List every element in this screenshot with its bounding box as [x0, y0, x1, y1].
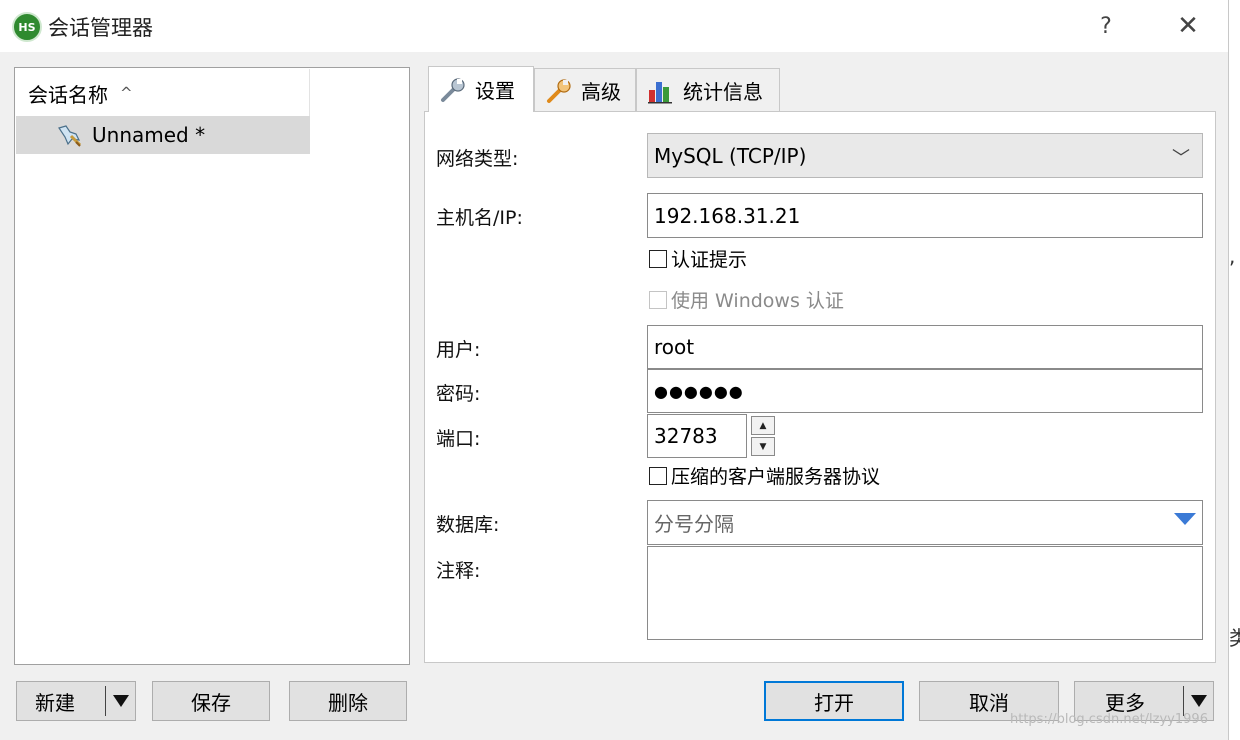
comment-label: 注释:	[436, 560, 481, 582]
checkbox-box	[649, 290, 667, 309]
tab-statistics[interactable]: 统计信息	[636, 68, 780, 112]
windows-auth-label: 使用 Windows 认证	[671, 290, 844, 312]
windows-auth-checkbox[interactable]: 使用 Windows 认证	[649, 286, 844, 313]
auth-prompt-label: 认证提示	[671, 249, 748, 271]
network-type-select[interactable]: MySQL (TCP/IP) ﹀	[647, 133, 1203, 178]
open-button[interactable]: 打开	[764, 681, 904, 721]
network-type-label: 网络类型:	[436, 148, 519, 170]
new-button-label: 新建	[35, 690, 75, 715]
tab-statistics-label: 统计信息	[683, 80, 763, 104]
help-button[interactable]: ?	[1086, 6, 1126, 46]
dropdown-arrow-icon[interactable]	[113, 695, 129, 707]
background-window-edge: , 类	[1228, 0, 1240, 740]
session-dolphin-icon	[58, 125, 82, 147]
tab-settings[interactable]: 设置	[428, 66, 534, 112]
checkbox-box	[649, 466, 667, 485]
split-separator	[105, 686, 106, 716]
database-label: 数据库:	[436, 514, 500, 536]
comment-textarea[interactable]	[647, 546, 1203, 640]
port-increment-button[interactable]: ▲	[751, 416, 775, 435]
host-input[interactable]: 192.168.31.21	[647, 193, 1203, 238]
column-header-label: 会话名称	[28, 82, 108, 107]
watermark: https://blog.csdn.net/lzyy1996	[1010, 712, 1208, 727]
window-title: 会话管理器	[48, 16, 153, 40]
dropdown-arrow-icon[interactable]	[1174, 513, 1196, 525]
background-text-fragment: ,	[1229, 244, 1236, 268]
network-type-value: MySQL (TCP/IP)	[654, 143, 807, 168]
compress-protocol-label: 压缩的客户端服务器协议	[671, 466, 881, 488]
background-text-fragment: 类	[1229, 626, 1240, 650]
bar-chart-icon	[648, 81, 672, 103]
session-name-column-header[interactable]: 会话名称 ^	[16, 69, 310, 117]
checkbox-box	[649, 249, 667, 268]
session-list[interactable]: 会话名称 ^ Unnamed *	[14, 67, 410, 665]
password-label: 密码:	[436, 383, 481, 405]
wrench-icon	[441, 77, 465, 102]
session-item-label: Unnamed *	[92, 123, 206, 147]
chevron-down-icon: ﹀	[1172, 148, 1190, 169]
tab-advanced-label: 高级	[581, 80, 621, 104]
host-label: 主机名/IP:	[436, 207, 523, 229]
app-logo-icon: HS	[12, 12, 42, 42]
user-label: 用户:	[436, 339, 481, 361]
port-decrement-button[interactable]: ▼	[751, 437, 775, 456]
tab-settings-label: 设置	[475, 79, 515, 103]
wrench-icon	[547, 78, 571, 103]
session-item[interactable]: Unnamed *	[16, 116, 310, 154]
user-input[interactable]: root	[647, 325, 1203, 369]
close-button[interactable]: ✕	[1166, 6, 1210, 46]
password-input[interactable]: ●●●●●●	[647, 369, 1203, 413]
tab-advanced[interactable]: 高级	[534, 68, 636, 112]
new-button[interactable]: 新建	[16, 681, 136, 721]
delete-button[interactable]: 删除	[289, 681, 407, 721]
dropdown-arrow-icon[interactable]	[1191, 695, 1207, 707]
port-label: 端口:	[436, 428, 481, 450]
auth-prompt-checkbox[interactable]: 认证提示	[649, 245, 747, 272]
port-input[interactable]: 32783	[647, 414, 747, 458]
compress-protocol-checkbox[interactable]: 压缩的客户端服务器协议	[649, 462, 880, 489]
sort-ascending-icon: ^	[120, 84, 133, 102]
database-placeholder: 分号分隔	[654, 512, 734, 536]
save-button[interactable]: 保存	[152, 681, 270, 721]
database-select[interactable]: 分号分隔	[647, 500, 1203, 545]
title-bar: HS 会话管理器 ? ✕	[0, 0, 1228, 52]
